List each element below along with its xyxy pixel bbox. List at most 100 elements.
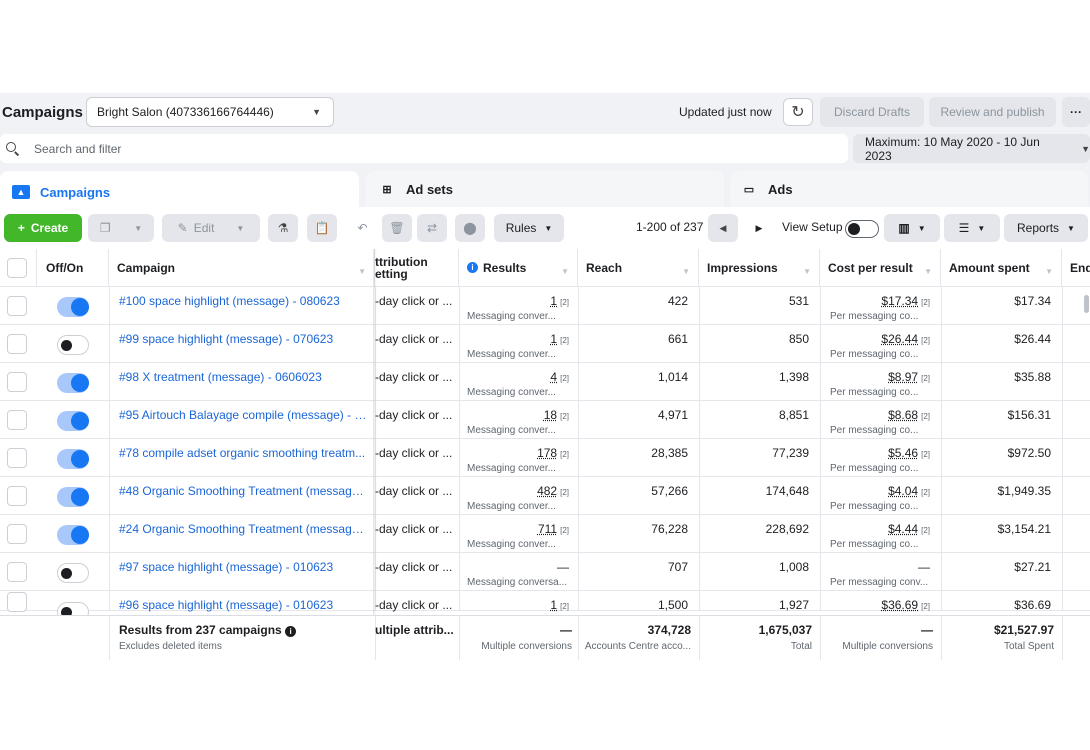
campaign-name-link[interactable]: #97 space highlight (message) - 010623: [119, 560, 367, 574]
search-bar[interactable]: Search and filter: [0, 134, 848, 163]
breakdown-icon: ☰: [958, 221, 970, 235]
totals-results: —: [560, 623, 572, 637]
col-end[interactable]: End: [1062, 249, 1090, 286]
duplicate-button[interactable]: ❐ ▼: [88, 214, 154, 242]
results-value: 1: [550, 294, 558, 308]
reach-cell: 707: [667, 560, 688, 574]
col-reach[interactable]: Reach ▼: [578, 249, 699, 286]
date-range-picker[interactable]: Maximum: 10 May 2020 - 10 Jun 2023 ▼: [853, 134, 1090, 163]
table-row[interactable]: #100 space highlight (message) - 080623-…: [0, 287, 1090, 325]
discard-drafts-button[interactable]: Discard Drafts: [820, 97, 924, 127]
view-setup-toggle[interactable]: [845, 220, 879, 238]
table-row[interactable]: #24 Organic Smoothing Treatment (message…: [0, 515, 1090, 553]
attribution-cell: -day click or ...: [375, 332, 453, 346]
col-amount-spent[interactable]: Amount spent ▼: [941, 249, 1062, 286]
reports-button[interactable]: Reports ▼: [1004, 214, 1088, 242]
table-row[interactable]: #48 Organic Smoothing Treatment (message…: [0, 477, 1090, 515]
campaign-name-link[interactable]: #99 space highlight (message) - 070623: [119, 332, 367, 346]
table-row[interactable]: #78 compile adset organic smoothing trea…: [0, 439, 1090, 477]
results-sub: Messaging conversa...: [467, 577, 568, 588]
next-page-button[interactable]: ▶: [744, 214, 774, 242]
edit-label: Edit: [193, 221, 215, 235]
results-value: 1: [550, 598, 558, 612]
campaign-name-link[interactable]: #100 space highlight (message) - 080623: [119, 294, 367, 308]
results-cell: 482 [2]: [459, 484, 569, 498]
campaign-name-link[interactable]: #78 compile adset organic smoothing trea…: [119, 446, 367, 460]
rules-button[interactable]: Rules ▼: [494, 214, 564, 242]
campaign-toggle[interactable]: [57, 335, 89, 355]
tag-button[interactable]: ⬤: [455, 214, 485, 242]
ab-test-button[interactable]: ⚗: [268, 214, 298, 242]
campaign-name-link[interactable]: #96 space highlight (message) - 010623: [119, 598, 367, 612]
row-checkbox[interactable]: [7, 296, 27, 316]
create-button[interactable]: + Create: [4, 214, 82, 242]
col-off-on[interactable]: Off/On: [37, 249, 109, 286]
results-sub: Messaging conver...: [467, 501, 556, 512]
prev-page-button[interactable]: ◀: [708, 214, 738, 242]
select-all-checkbox[interactable]: [7, 258, 27, 278]
row-checkbox[interactable]: [7, 592, 27, 612]
campaign-name-link[interactable]: #24 Organic Smoothing Treatment (message…: [119, 522, 367, 536]
campaign-name-link[interactable]: #95 Airtouch Balayage compile (message) …: [119, 408, 367, 422]
row-checkbox[interactable]: [7, 486, 27, 506]
delete-button[interactable]: 🗑: [382, 214, 412, 242]
campaign-name-link[interactable]: #48 Organic Smoothing Treatment (message…: [119, 484, 367, 498]
col-attribution[interactable]: ttribution etting: [375, 249, 459, 286]
export-button[interactable]: ⇄: [417, 214, 447, 242]
tab-ads[interactable]: ▭ Ads: [730, 171, 1088, 207]
cpr-value: $4.44: [888, 522, 919, 536]
columns-button[interactable]: ▥ ▼: [884, 214, 940, 242]
cpr-sub: Per messaging co...: [830, 387, 919, 398]
results-value: 1: [550, 332, 558, 346]
col-label: Reach: [586, 260, 623, 275]
reach-cell: 57,266: [651, 484, 688, 498]
amount-spent-cell: $26.44: [1014, 332, 1051, 346]
undo-button[interactable]: ↶: [346, 214, 379, 242]
col-impressions[interactable]: Impressions ▼: [699, 249, 820, 286]
footnote-mark: [2]: [921, 488, 930, 497]
impressions-cell: 228,692: [765, 522, 809, 536]
row-checkbox[interactable]: [7, 372, 27, 392]
columns-icon: ▥: [898, 221, 910, 235]
campaign-toggle[interactable]: [57, 525, 89, 545]
table-row[interactable]: #99 space highlight (message) - 070623 -d…: [0, 325, 1090, 363]
col-cost-per-result[interactable]: Cost per result ▼: [820, 249, 941, 286]
campaign-toggle[interactable]: [57, 487, 89, 507]
col-results[interactable]: i Results ▼: [459, 249, 578, 286]
attribution-cell: -day click or ...: [375, 522, 453, 536]
campaign-toggle[interactable]: [57, 563, 89, 583]
row-checkbox[interactable]: [7, 524, 27, 544]
tab-ad-sets[interactable]: ⊞ Ad sets: [366, 171, 724, 207]
campaign-toggle[interactable]: [57, 449, 89, 469]
table-row[interactable]: #98 X treatment (message) - 0606023 -day …: [0, 363, 1090, 401]
more-options-button[interactable]: ···: [1062, 97, 1090, 127]
divider: [1062, 325, 1063, 362]
chevron-down-icon: ▼: [134, 223, 143, 233]
results-value: 711: [537, 522, 558, 536]
refresh-button[interactable]: ↻: [783, 98, 813, 126]
totals-label-text: Results from 237 campaigns: [119, 623, 282, 637]
campaign-toggle[interactable]: [57, 411, 89, 431]
campaign-toggle[interactable]: [57, 373, 89, 393]
account-selector[interactable]: Bright Salon (407336166764446) ▼: [86, 97, 334, 127]
col-campaign[interactable]: Campaign ▼: [109, 249, 375, 286]
cost-per-result-cell: $8.97 [2]: [820, 370, 930, 384]
divider: [109, 287, 110, 324]
table-row[interactable]: #95 Airtouch Balayage compile (message) …: [0, 401, 1090, 439]
campaign-name-link[interactable]: #98 X treatment (message) - 0606023: [119, 370, 367, 384]
review-publish-button[interactable]: Review and publish: [929, 97, 1056, 127]
table-row[interactable]: #97 space highlight (message) - 010623 -d…: [0, 553, 1090, 591]
scrollbar[interactable]: [1084, 295, 1089, 313]
table-row[interactable]: #96 space highlight (message) - 010623 -d…: [0, 591, 1090, 622]
search-input[interactable]: Search and filter: [34, 142, 121, 156]
row-checkbox[interactable]: [7, 448, 27, 468]
row-checkbox[interactable]: [7, 410, 27, 430]
breakdown-button[interactable]: ☰ ▼: [944, 214, 1000, 242]
results-cell: 4 [2]: [459, 370, 569, 384]
row-checkbox[interactable]: [7, 562, 27, 582]
clipboard-button[interactable]: 📋: [307, 214, 337, 242]
campaign-toggle[interactable]: [57, 297, 89, 317]
totals-spent-sub: Total Spent: [1003, 641, 1054, 652]
edit-button[interactable]: ✎ Edit ▼: [162, 214, 260, 242]
row-checkbox[interactable]: [7, 334, 27, 354]
